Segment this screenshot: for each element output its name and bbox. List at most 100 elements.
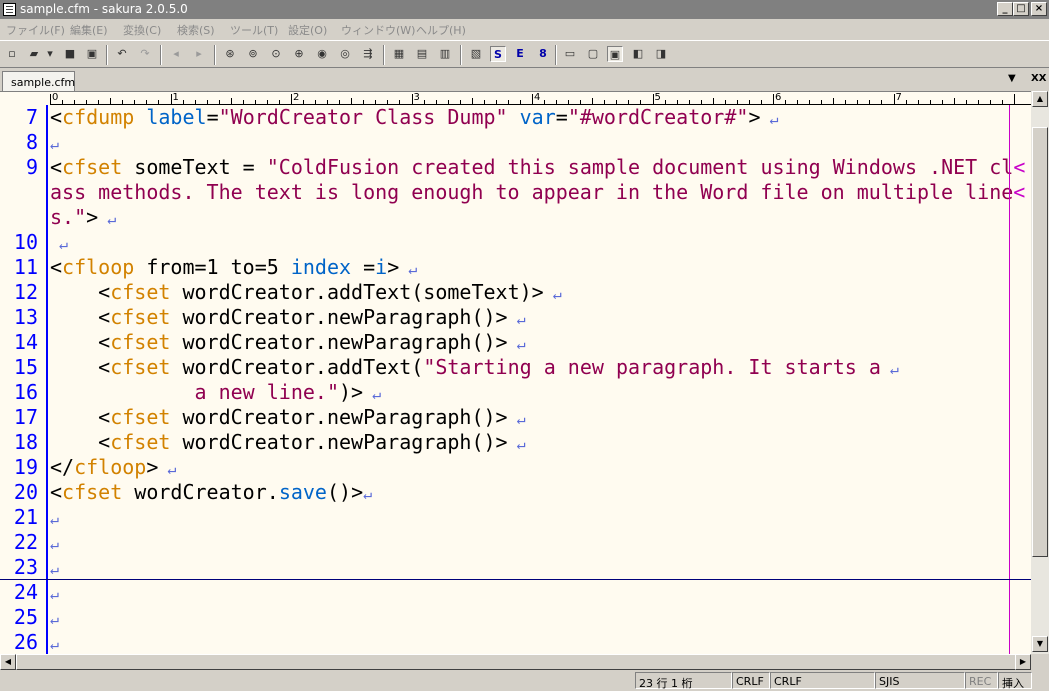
code-line[interactable]: a new line.")> ↵ [50, 380, 382, 405]
code-line[interactable]: <cfset wordCreator.save()>↵ [50, 480, 372, 505]
search-prev-icon[interactable]: ⊚ [245, 46, 261, 62]
open-dropdown-icon[interactable]: ▾ [46, 46, 54, 62]
ruler-tick [134, 100, 136, 104]
code-line[interactable]: ↵ [50, 530, 59, 555]
search-mark-icon[interactable]: ◉ [314, 46, 330, 62]
ruler-tick [616, 100, 618, 104]
line-end-indicator[interactable]: CRLF [732, 672, 770, 689]
ruler-tick [640, 100, 642, 104]
code-text[interactable]: <cfdump label="WordCreator Class Dump" v… [50, 105, 1025, 654]
code-line[interactable]: <cfset wordCreator.newParagraph()> ↵ [50, 305, 526, 330]
search-icon[interactable]: ⊛ [222, 46, 238, 62]
minimize-button[interactable]: _ [997, 2, 1013, 16]
menu-file[interactable]: ファイル(F) [6, 22, 65, 38]
tab-menu-icon[interactable]: ▼ [1008, 73, 1016, 84]
horizontal-scrollbar[interactable]: ◀ ▶ [0, 654, 1031, 670]
editor-area[interactable]: 01234567 7 8 9 10 11 12 13 14 15 16 17 18 19 20 21 22 23… [0, 91, 1031, 654]
grep-icon[interactable]: ◎ [337, 46, 353, 62]
code-line[interactable]: </cfloop> ↵ [50, 455, 176, 480]
insert-mode-indicator[interactable]: 挿入 [998, 672, 1032, 690]
code-line[interactable]: ↵ [50, 605, 59, 630]
settings-icon[interactable]: ◧ [630, 46, 646, 62]
code-line[interactable]: <cfset someText = "ColdFusion created th… [50, 155, 1025, 180]
line-end-indicator-2[interactable]: CRLF [770, 672, 875, 689]
toolbar: ▫ ▰ ▾ ■ ▣ ↶ ↷ ◂ ▸ ⊛ ⊚ ⊙ ⊕ ◉ ◎ ⇶ ▦ ▤ ▥ ▧ … [0, 40, 1049, 68]
code-line[interactable]: <cfset wordCreator.newParagraph()> ↵ [50, 405, 526, 430]
ruler-tick [544, 100, 546, 104]
code-line[interactable]: <cfset wordCreator.newParagraph()> ↵ [50, 430, 526, 455]
outline-icon[interactable]: ▦ [391, 46, 407, 62]
code-line[interactable]: ↵ [50, 580, 59, 605]
compare-icon[interactable]: ▤ [414, 46, 430, 62]
menu-edit[interactable]: 編集(E) [70, 22, 108, 38]
code-token: cfloop [74, 455, 147, 479]
split-icon[interactable]: ▢ [585, 46, 601, 62]
search-case-toggle[interactable]: S [490, 46, 506, 62]
code-token: < [50, 305, 111, 329]
line-break-icon: ↵ [507, 435, 526, 453]
jump-icon[interactable]: ⇶ [360, 46, 376, 62]
close-button[interactable]: × [1031, 2, 1047, 16]
tag-jump-icon[interactable]: ▥ [437, 46, 453, 62]
scroll-up-icon[interactable]: ▲ [1032, 91, 1048, 107]
search-next-icon[interactable]: ⊙ [268, 46, 284, 62]
code-token: < [50, 255, 63, 279]
code-token: )> [339, 380, 364, 404]
close-doc-icon[interactable]: ◨ [653, 46, 669, 62]
encoding-indicator[interactable]: SJIS [875, 672, 965, 689]
menu-tools[interactable]: ツール(T) [230, 22, 278, 38]
search-regex-toggle[interactable]: 8 [535, 46, 551, 62]
tab-sample-cfm[interactable]: sample.cfm [2, 71, 75, 91]
code-line[interactable]: s."> ↵ [50, 205, 116, 230]
code-token: < [50, 430, 111, 454]
scroll-down-icon[interactable]: ▼ [1032, 636, 1048, 652]
save-icon[interactable]: ■ [62, 46, 78, 62]
vertical-scroll-thumb[interactable] [1032, 127, 1048, 557]
menu-search[interactable]: 検索(S) [177, 22, 215, 38]
code-line[interactable]: ↵ [50, 230, 68, 255]
code-line[interactable]: ↵ [50, 130, 59, 155]
scroll-left-icon[interactable]: ◀ [0, 654, 16, 670]
scroll-right-icon[interactable]: ▶ [1015, 654, 1031, 670]
menu-window[interactable]: ウィンドウ(W) [341, 22, 415, 38]
menu-settings[interactable]: 設定(O) [288, 22, 327, 38]
new-file-icon[interactable]: ▫ [4, 46, 20, 62]
code-line[interactable]: <cfset wordCreator.addText("Starting a n… [50, 355, 899, 380]
vertical-scrollbar[interactable]: ▲ ▼ [1031, 91, 1049, 654]
code-token: cfset [110, 305, 171, 329]
ruler-tick [664, 100, 666, 104]
code-line[interactable]: <cfdump label="WordCreator Class Dump" v… [50, 105, 779, 130]
size-grip[interactable] [1031, 654, 1049, 670]
code-token: s." [50, 205, 87, 229]
code-token: cfset [110, 355, 171, 379]
window-icon[interactable]: ▭ [562, 46, 578, 62]
code-token: wordCreator.addText(someText)> [170, 280, 544, 304]
replace-icon[interactable]: ⊕ [291, 46, 307, 62]
code-line[interactable]: ↵ [50, 630, 59, 654]
ruler-tick [628, 100, 630, 104]
undo-icon[interactable]: ↶ [114, 46, 130, 62]
code-line[interactable]: <cfset wordCreator.newParagraph()> ↵ [50, 330, 526, 355]
search-word-toggle[interactable]: E [512, 46, 528, 62]
maximize-button[interactable]: □ [1013, 2, 1029, 16]
menu-convert[interactable]: 変換(C) [123, 22, 161, 38]
horizontal-scroll-thumb[interactable] [16, 654, 1016, 670]
code-line[interactable]: ↵ [50, 505, 59, 530]
code-token: cfdump [62, 105, 135, 129]
code-token: < [50, 280, 111, 304]
code-line[interactable]: <cfloop from=1 to=5 index =i> ↵ [50, 255, 417, 280]
code-line[interactable]: <cfset wordCreator.addText(someText)> ↵ [50, 280, 562, 305]
bookmark-icon[interactable]: ▧ [468, 46, 484, 62]
code-line[interactable]: ↵ [50, 555, 59, 580]
wrap-marker-icon: < [1013, 180, 1026, 204]
close-all-button[interactable]: XX [1031, 73, 1046, 84]
save-all-icon[interactable]: ▣ [84, 46, 100, 62]
code-line[interactable]: ass methods. The text is long enough to … [50, 180, 1025, 205]
ruler-tick [881, 100, 883, 104]
ruler-tick [700, 100, 702, 104]
open-folder-icon[interactable]: ▰ [26, 46, 42, 62]
line-number: 19 [13, 455, 38, 479]
menu-help[interactable]: ヘルプ(H) [416, 22, 466, 38]
line-number: 24 [13, 580, 38, 604]
tab-mode-icon[interactable]: ▣ [607, 46, 623, 62]
